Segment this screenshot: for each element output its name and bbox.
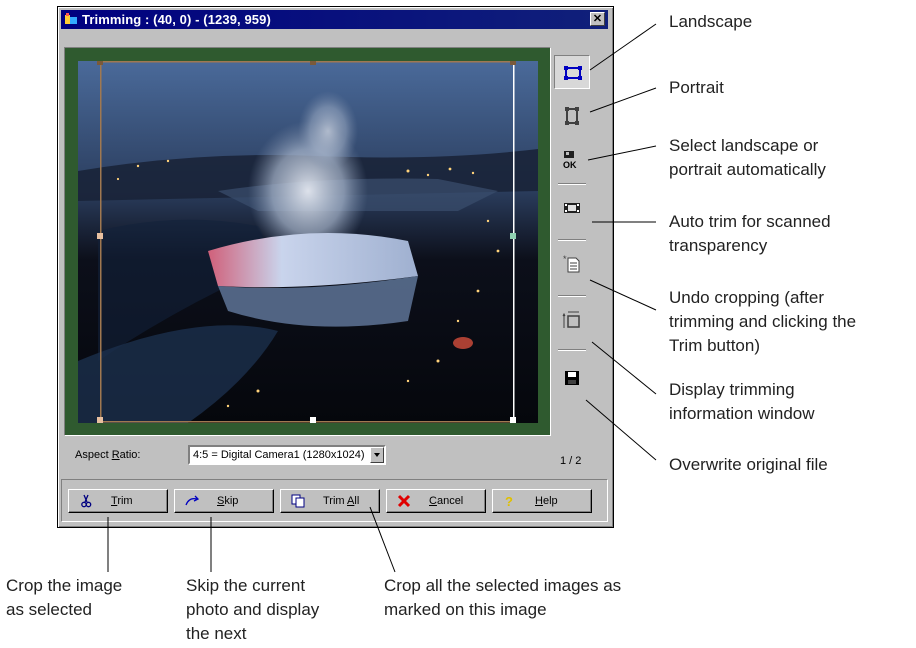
callout-crop: Crop the image as selected [6, 576, 123, 619]
callout-overwrite: Overwrite original file [669, 455, 828, 474]
callout-portrait: Portrait [669, 78, 724, 97]
callout-skip: Skip the current photo and display the nex… [186, 576, 320, 643]
callout-undo-cropping: Undo cropping (after trimming and clickin… [669, 288, 857, 355]
callout-crop-all: Crop all the selected images as marked on… [384, 576, 622, 619]
callout-auto-trim: Auto trim for scanned transparency [669, 212, 831, 255]
callout-auto-select: Select landscape or portrait automaticall… [669, 136, 826, 179]
callout-landscape: Landscape [669, 12, 753, 31]
callout-display-info: Display trimming information window [669, 380, 815, 423]
